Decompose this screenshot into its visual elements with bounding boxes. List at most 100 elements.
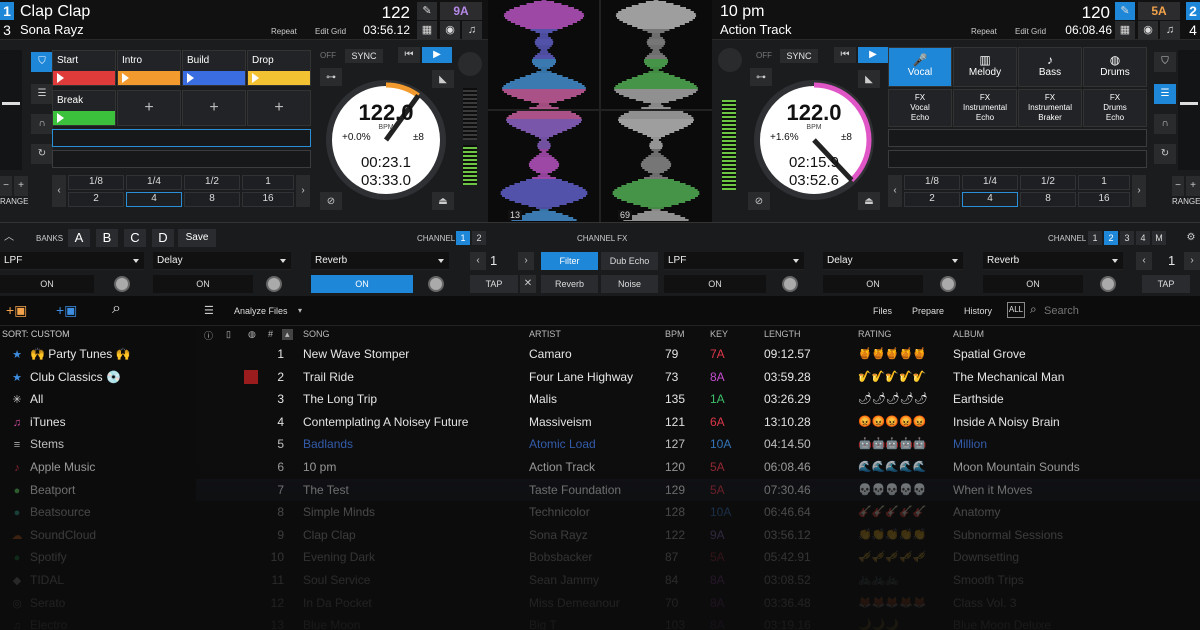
- loop-8[interactable]: 8: [184, 192, 240, 207]
- beats-next-icon[interactable]: ›: [518, 252, 534, 270]
- range-label[interactable]: RANGE: [0, 197, 28, 206]
- shield-icon[interactable]: ⛉: [31, 52, 53, 72]
- bank-b-button[interactable]: B: [96, 229, 118, 247]
- fx-unit-5-knob[interactable]: [940, 276, 956, 292]
- panel-icon[interactable]: ☰: [31, 84, 53, 104]
- channel-1-button[interactable]: 1: [1088, 231, 1102, 245]
- sync-off-button[interactable]: OFF: [756, 51, 772, 60]
- table-row[interactable]: 12 In Da Pocket Miss Demeanour 70 8A 03:36.48…: [196, 592, 1200, 615]
- cue-pad-break[interactable]: Break: [52, 90, 116, 126]
- loop-1-4[interactable]: 1/4: [962, 175, 1018, 190]
- sidebar-item[interactable]: ✳ All: [10, 388, 43, 410]
- channel-1-button[interactable]: 1: [456, 231, 470, 245]
- sidebar-item[interactable]: ● Beatsource: [10, 501, 91, 523]
- gain-knob[interactable]: [718, 48, 742, 72]
- fx-unit-3-select[interactable]: Reverb: [311, 252, 449, 270]
- deck-number-alt[interactable]: 3: [0, 21, 14, 39]
- col-length[interactable]: LENGTH: [764, 329, 801, 339]
- file-column-icon[interactable]: ▯: [226, 329, 231, 340]
- save-bank-button[interactable]: Save: [178, 229, 216, 247]
- fx-unit-1-select[interactable]: LPF: [0, 252, 144, 270]
- sort-asc-icon[interactable]: ▴: [282, 329, 293, 340]
- add-cue-button[interactable]: +: [182, 90, 246, 126]
- table-row[interactable]: 13 Blue Moon Big T 103 8A 03:19.16 🌙🌙🌙 Blue Moo…: [196, 614, 1200, 630]
- beats-next-icon[interactable]: ›: [1184, 252, 1200, 270]
- play-icon[interactable]: ▶: [858, 47, 888, 63]
- headphones-icon[interactable]: ∩: [1154, 114, 1176, 134]
- shield-icon[interactable]: ⛉: [1154, 52, 1176, 72]
- loop-1[interactable]: 1: [242, 175, 294, 190]
- prepare-button[interactable]: Prepare: [912, 306, 944, 316]
- gain-knob[interactable]: [458, 52, 482, 76]
- music-note-icon[interactable]: ♫: [1160, 21, 1180, 39]
- sidebar-item[interactable]: ◎ Serato: [10, 592, 65, 614]
- sidebar-item[interactable]: ★ Club Classics 💿: [10, 366, 121, 388]
- beats-prev-icon[interactable]: ‹: [470, 252, 486, 270]
- deck-number[interactable]: 1: [0, 2, 14, 20]
- bank-d-button[interactable]: D: [152, 229, 174, 247]
- panel-icon[interactable]: ☰: [1154, 84, 1176, 104]
- loop-1-4[interactable]: 1/4: [126, 175, 182, 190]
- stem-bass-button[interactable]: ♪ Bass: [1018, 47, 1082, 87]
- color-column-icon[interactable]: ◍: [248, 329, 256, 340]
- loop-4[interactable]: 4: [962, 192, 1018, 207]
- fx-unit-5-on[interactable]: ON: [823, 275, 923, 293]
- pitch-plus-button[interactable]: +: [14, 176, 28, 196]
- fx-unit-4-on[interactable]: ON: [664, 275, 766, 293]
- channel-4-button[interactable]: 4: [1136, 231, 1150, 245]
- table-row[interactable]: 2 Trail Ride Four Lane Highway 73 8A 03:59.28…: [196, 366, 1200, 389]
- fx-unit-2-knob[interactable]: [266, 276, 282, 292]
- analyze-dropdown-icon[interactable]: ▾: [298, 306, 302, 315]
- fx-unit-3-on[interactable]: ON: [311, 275, 413, 293]
- grid-icon[interactable]: ▦: [1115, 21, 1135, 39]
- stem-melody-button[interactable]: ▥ Melody: [953, 47, 1017, 87]
- files-button[interactable]: Files: [873, 306, 892, 316]
- add-smart-crate-icon[interactable]: +▣: [56, 302, 77, 319]
- table-row[interactable]: 9 Clap Clap Sona Rayz 122 9A 03:56.12 👏👏👏👏👏 Sub…: [196, 524, 1200, 547]
- channel-fx-filter[interactable]: Filter: [541, 252, 598, 270]
- gear-icon[interactable]: ⚙: [1182, 228, 1200, 248]
- loop-1[interactable]: 1: [1078, 175, 1130, 190]
- sync-off-button[interactable]: OFF: [320, 51, 336, 60]
- table-row[interactable]: 1 New Wave Stomper Camaro 79 7A 09:12.57 🍯🍯🍯🍯🍯…: [196, 343, 1200, 366]
- sidebar-item[interactable]: ● Spotify: [10, 546, 67, 568]
- fx-unit-1-on[interactable]: ON: [0, 275, 94, 293]
- waveform-overview[interactable]: 13 69: [488, 0, 712, 222]
- col-num[interactable]: #: [268, 329, 273, 339]
- col-artist[interactable]: ARTIST: [529, 329, 561, 339]
- skip-back-icon[interactable]: ⏮: [398, 47, 420, 63]
- fx-unit-2-on[interactable]: ON: [153, 275, 253, 293]
- stem-fx-vocal-echo[interactable]: FX Vocal Echo: [888, 89, 952, 127]
- loop-prev-icon[interactable]: ‹: [52, 175, 66, 207]
- loop-next-icon[interactable]: ›: [296, 175, 310, 207]
- loop-next-icon[interactable]: ›: [1132, 175, 1146, 207]
- pencil-icon[interactable]: ✎: [417, 2, 437, 20]
- loop-8[interactable]: 8: [1020, 192, 1076, 207]
- sidebar-item[interactable]: ● Beatport: [10, 479, 76, 501]
- loop-prev-icon[interactable]: ‹: [888, 175, 902, 207]
- channel-fx-noise[interactable]: Noise: [601, 275, 658, 293]
- eye-icon[interactable]: ◉: [440, 21, 460, 39]
- channel-2-button[interactable]: 2: [472, 231, 486, 245]
- channel-fx-reverb[interactable]: Reverb: [541, 275, 598, 293]
- col-bpm[interactable]: BPM: [665, 329, 685, 339]
- search-input[interactable]: [1044, 303, 1194, 319]
- sync-button[interactable]: SYNC: [345, 49, 383, 63]
- cue-pad-build[interactable]: Build: [182, 50, 246, 86]
- jog-wheel[interactable]: 122.0 BPM +0.0% ±8 00:23.1 03:33.0: [326, 80, 446, 200]
- table-row[interactable]: 7 The Test Taste Foundation 129 5A 07:30.46 💀💀…: [196, 478, 1200, 502]
- fx-unit-6-select[interactable]: Reverb: [983, 252, 1123, 270]
- sidebar-item[interactable]: ♫ iTunes: [10, 411, 66, 433]
- col-album[interactable]: ALBUM: [953, 329, 984, 339]
- range-label[interactable]: RANGE: [1172, 197, 1200, 206]
- fx-unit-6-knob[interactable]: [1100, 276, 1116, 292]
- fx-unit-6-on[interactable]: ON: [983, 275, 1083, 293]
- table-row[interactable]: 11 Soul Service Sean Jammy 84 8A 03:08.52 🚲🚲🚲 S…: [196, 569, 1200, 592]
- table-row[interactable]: 8 Simple Minds Technicolor 128 10A 06:46.64 🎸🎸…: [196, 501, 1200, 524]
- close-icon[interactable]: ✕: [520, 275, 536, 293]
- pitch-plus-button[interactable]: +: [1186, 176, 1200, 196]
- deck-number-alt[interactable]: 4: [1186, 21, 1200, 39]
- pitch-minus-button[interactable]: −: [1172, 176, 1184, 196]
- fx-unit-4-select[interactable]: LPF: [664, 252, 804, 270]
- table-row[interactable]: 6 10 pm Action Track 120 5A 06:08.46 🌊🌊🌊🌊🌊 Moon…: [196, 456, 1200, 479]
